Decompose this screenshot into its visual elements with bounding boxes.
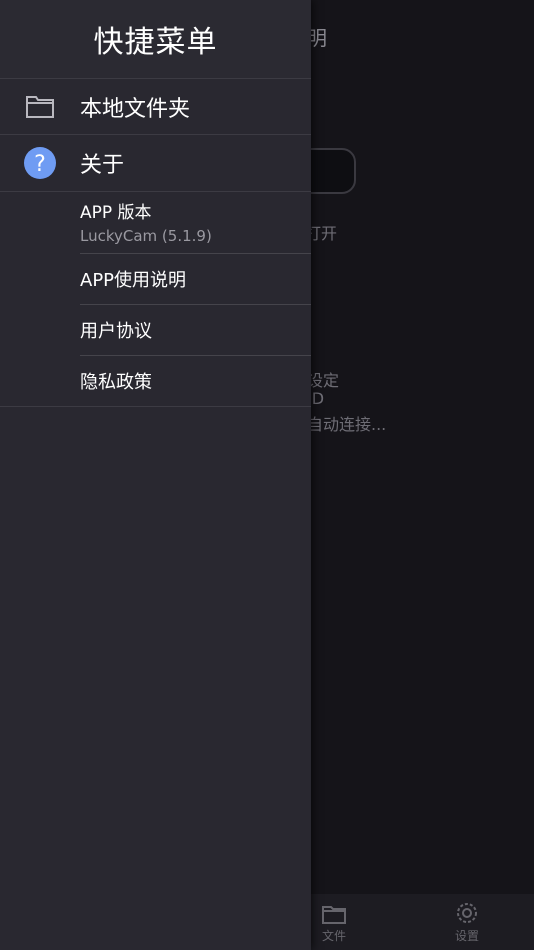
bg-line: 设定 xyxy=(307,371,340,390)
menu-item-local-folder[interactable]: 本地文件夹 xyxy=(0,79,311,135)
link-app-instructions[interactable]: APP使用说明 xyxy=(80,254,311,305)
link-privacy-policy[interactable]: 隐私政策 xyxy=(80,356,311,406)
menu-item-about[interactable]: ? 关于 xyxy=(0,135,311,192)
folder-icon xyxy=(0,94,80,120)
version-value: LuckyCam (5.1.9) xyxy=(80,227,212,245)
question-circle-icon: ? xyxy=(0,146,80,180)
divider xyxy=(0,406,311,407)
tab-label: 文件 xyxy=(321,929,346,943)
link-user-agreement[interactable]: 用户协议 xyxy=(80,305,311,356)
menu-item-label: 本地文件夹 xyxy=(80,96,191,122)
app-version: APP 版本 LuckyCam (5.1.9) xyxy=(80,192,311,254)
tab-label: 设置 xyxy=(454,929,479,943)
tab-files[interactable]: 文件 xyxy=(304,903,364,944)
app-screen: 明 打开 设定 ID 自动连接... 文件 设置 快捷菜单 本地文件夹 ? 关于… xyxy=(0,0,534,950)
menu-item-label: 关于 xyxy=(80,153,125,178)
tab-settings[interactable]: 设置 xyxy=(437,901,497,944)
bg-line: 自动连接... xyxy=(307,415,387,434)
version-label: APP 版本 xyxy=(80,203,152,223)
svg-text:?: ? xyxy=(34,152,46,177)
folder-icon xyxy=(322,906,346,924)
drawer-title: 快捷菜单 xyxy=(93,25,218,60)
drawer-header: 快捷菜单 xyxy=(0,0,311,79)
about-submenu: APP 版本 LuckyCam (5.1.9) APP使用说明 用户协议 隐私政… xyxy=(0,192,311,406)
gear-icon xyxy=(457,903,477,923)
quick-menu-drawer: 快捷菜单 本地文件夹 ? 关于 APP 版本 LuckyCam (5.1.9) … xyxy=(0,0,311,950)
